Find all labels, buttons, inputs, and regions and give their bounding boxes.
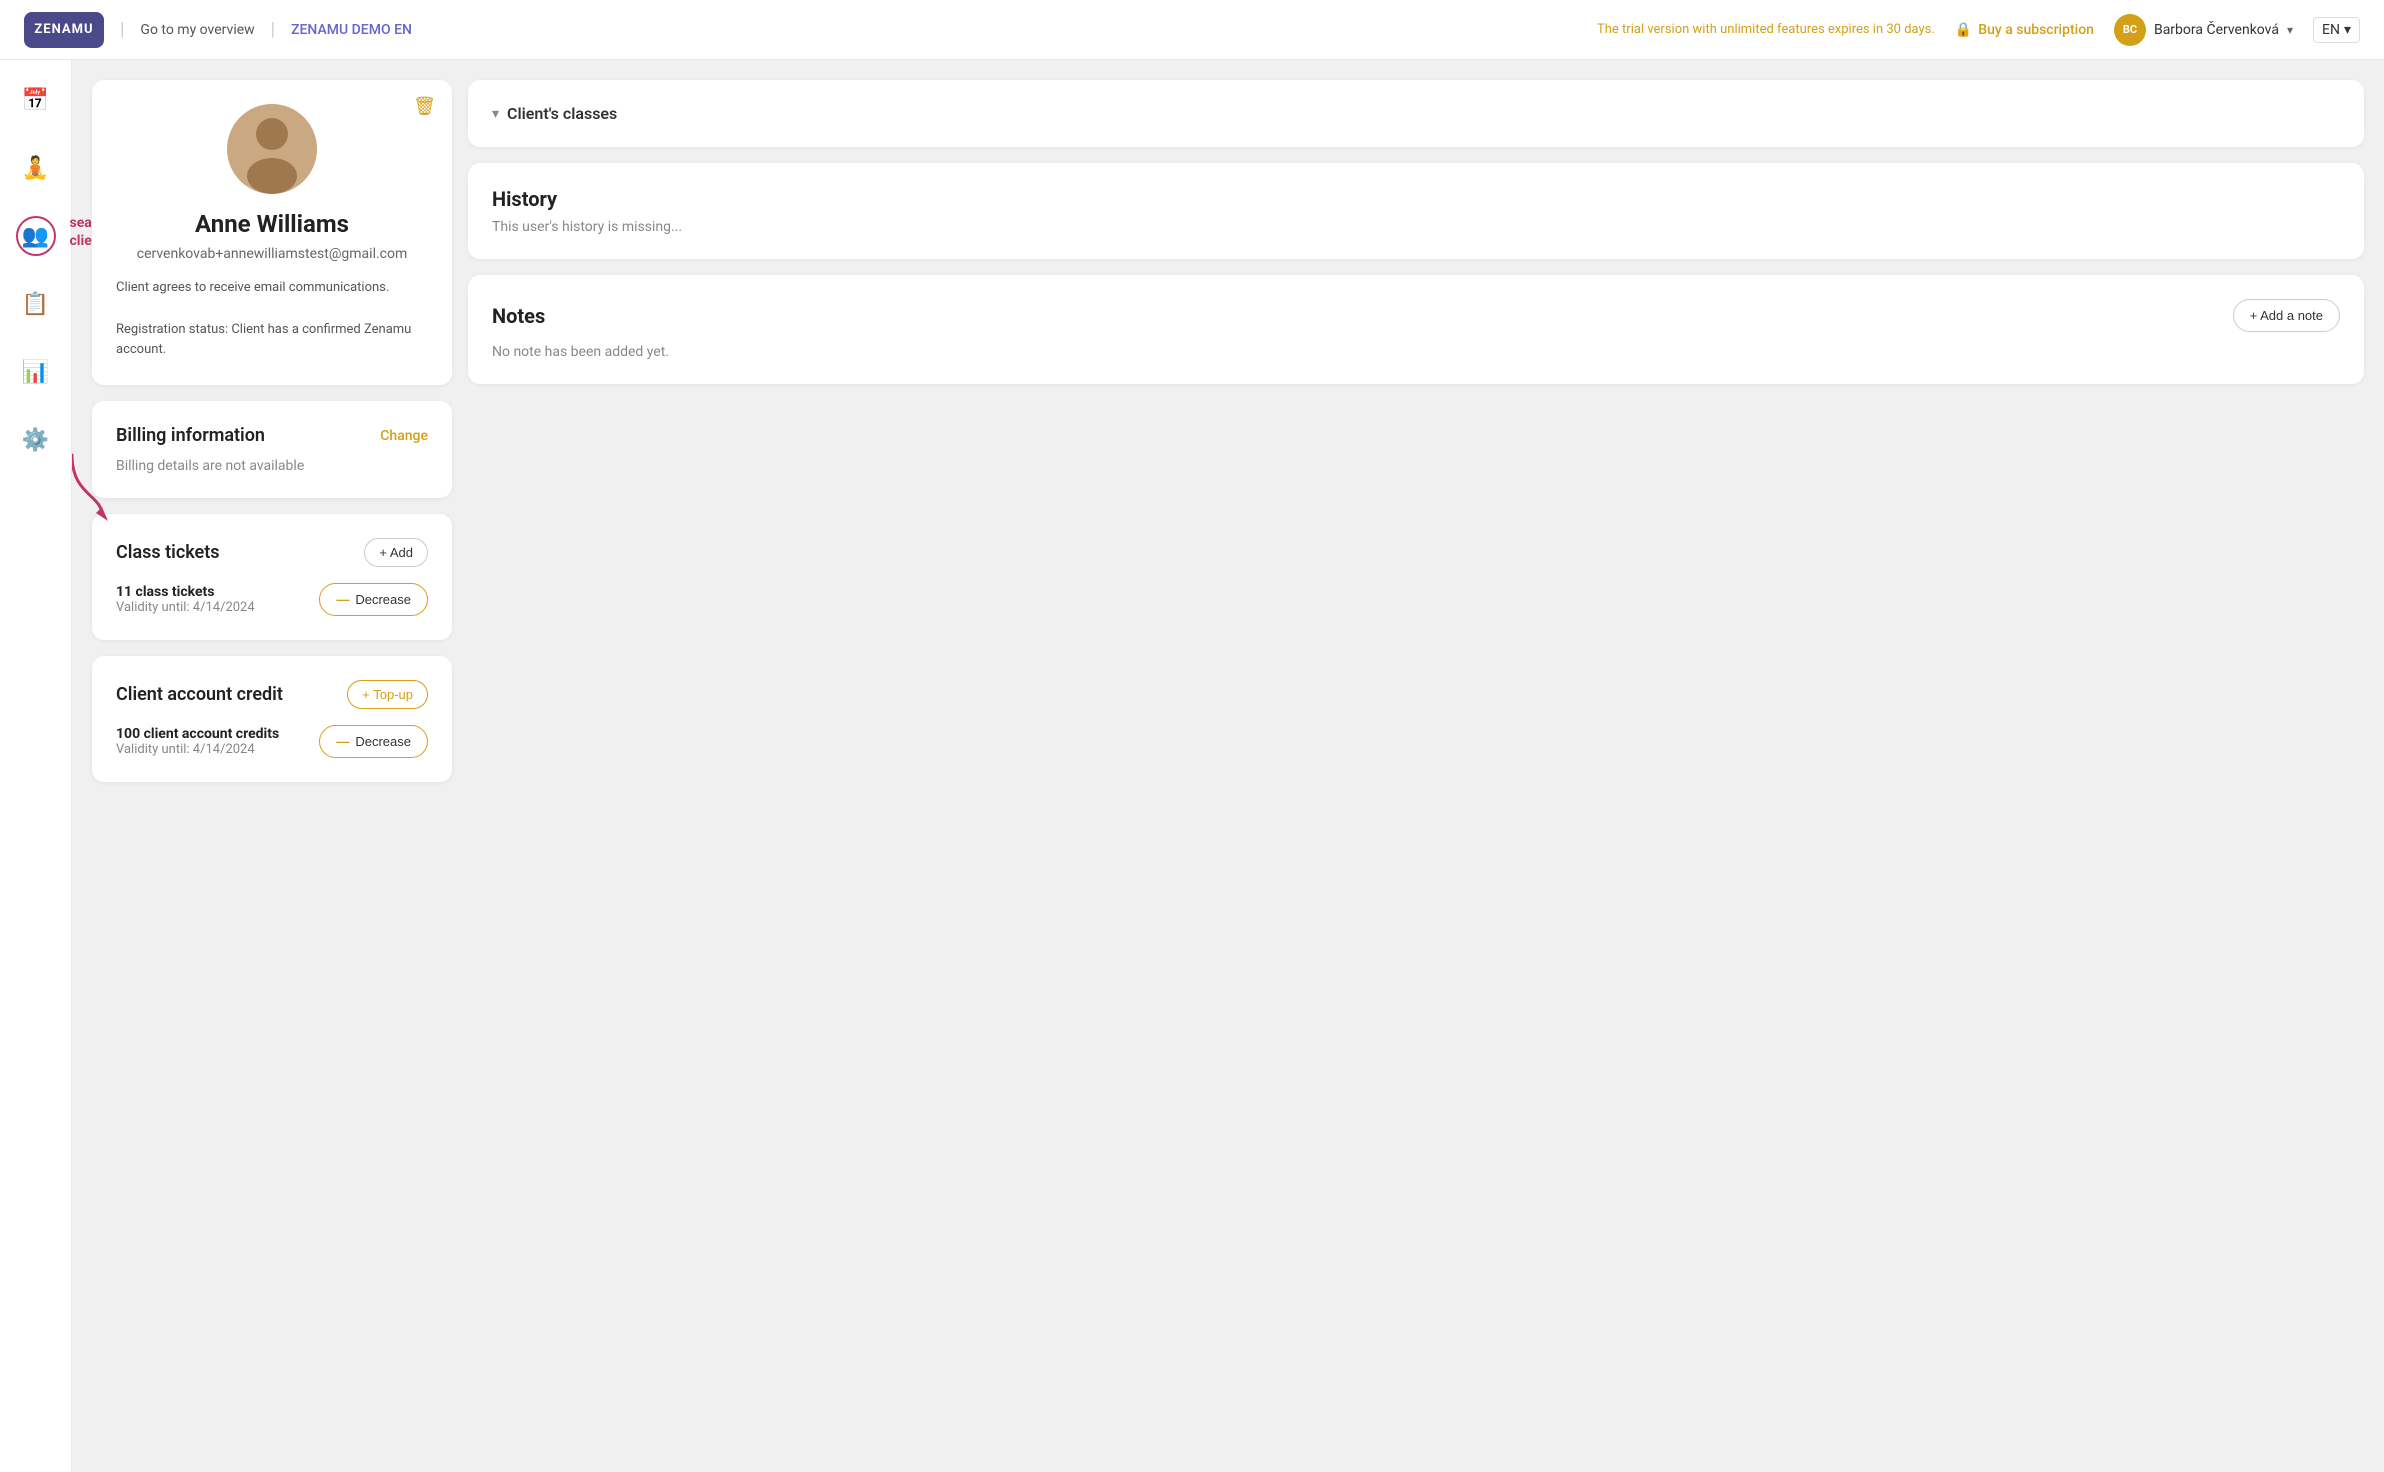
- step3-arrow: [72, 445, 122, 529]
- history-card: History This user's history is missing..…: [468, 163, 2364, 259]
- content-area: 🗑 Anne Williams cervenkovab+annewilliams…: [72, 60, 2384, 1472]
- sidebar-item-notes[interactable]: 📋: [16, 284, 56, 324]
- trial-text: The trial version with unlimited feature…: [1597, 22, 1935, 37]
- decrease-credit-button[interactable]: — Decrease: [319, 725, 428, 758]
- ticket-validity: Validity until: 4/14/2024: [116, 600, 255, 615]
- sidebar-item-settings[interactable]: ⚙️: [16, 420, 56, 460]
- billing-title: Billing information: [116, 425, 265, 446]
- topup-button[interactable]: + Top-up: [347, 680, 428, 709]
- user-avatar: BC: [2114, 14, 2146, 46]
- classes-icon: 🧘: [22, 156, 49, 181]
- credit-validity: Validity until: 4/14/2024: [116, 742, 279, 757]
- credit-info: 100 client account credits Validity unti…: [116, 726, 279, 757]
- language-selector[interactable]: EN ▾: [2313, 17, 2360, 43]
- sidebar-item-clients[interactable]: 👥 2. search for client's name: [16, 216, 56, 256]
- minus-credit-icon: —: [336, 734, 349, 749]
- profile-email: cervenkovab+annewilliamstest@gmail.com: [116, 246, 428, 262]
- credit-count: 100 client account credits: [116, 726, 279, 742]
- notes-card: Notes + Add a note No note has been adde…: [468, 275, 2364, 384]
- stats-icon: 📊: [22, 360, 49, 385]
- profile-name: Anne Williams: [116, 210, 428, 238]
- notes-empty: No note has been added yet.: [492, 344, 2340, 360]
- decrease-credit-label: Decrease: [355, 734, 411, 749]
- history-empty: This user's history is missing...: [492, 219, 2340, 235]
- class-tickets-card: Class tickets + Add 11 class tickets Val…: [92, 514, 452, 640]
- clients-classes-title: Client's classes: [507, 104, 617, 123]
- classes-header[interactable]: ▾ Client's classes: [492, 104, 2340, 123]
- billing-card: Billing information Change Billing detai…: [92, 401, 452, 498]
- ticket-row: 11 class tickets Validity until: 4/14/20…: [116, 583, 428, 616]
- decrease-label: Decrease: [355, 592, 411, 607]
- lock-icon: 🔒: [1955, 22, 1972, 38]
- client-credit-card: Client account credit + Top-up 100 clien…: [92, 656, 452, 782]
- main-layout: 📅 🧘 1. 👥 2. search for client's name 📋 📊…: [0, 60, 2384, 1472]
- billing-step-container: 3. Billing information Change Billing de…: [92, 401, 452, 498]
- add-ticket-button[interactable]: + Add: [364, 538, 428, 567]
- right-column: ▾ Client's classes History This user's h…: [468, 80, 2364, 1452]
- topnav-left: ZENAMU | Go to my overview | ZENAMU DEMO…: [24, 12, 412, 48]
- profile-info: Client agrees to receive email communica…: [116, 278, 428, 361]
- history-title: History: [492, 187, 2340, 211]
- notes-title: Notes: [492, 304, 545, 328]
- lang-label: EN: [2322, 22, 2340, 38]
- chevron-down-icon: ▾: [492, 106, 499, 122]
- topnav: ZENAMU | Go to my overview | ZENAMU DEMO…: [0, 0, 2384, 60]
- minus-icon: —: [336, 592, 349, 607]
- clipboard-icon: 📋: [22, 292, 49, 317]
- delete-icon[interactable]: 🗑: [413, 96, 436, 117]
- billing-change-link[interactable]: Change: [380, 428, 428, 444]
- buy-subscription-link[interactable]: 🔒 Buy a subscription: [1955, 22, 2094, 38]
- sidebar: 📅 🧘 1. 👥 2. search for client's name 📋 📊…: [0, 60, 72, 1472]
- demo-name: ZENAMU DEMO EN: [291, 22, 412, 38]
- sidebar-item-classes[interactable]: 🧘 1.: [16, 148, 56, 188]
- clients-icon: 👥: [22, 224, 49, 249]
- ticket-count: 11 class tickets: [116, 584, 255, 600]
- nav-divider: |: [120, 19, 124, 40]
- billing-unavailable: Billing details are not available: [116, 458, 428, 474]
- calendar-icon: 📅: [22, 88, 49, 113]
- add-note-button[interactable]: + Add a note: [2233, 299, 2340, 332]
- lang-chevron-icon: ▾: [2344, 22, 2351, 38]
- left-column: 🗑 Anne Williams cervenkovab+annewilliams…: [92, 80, 452, 1452]
- registration-status: Registration status: Client has a confir…: [116, 320, 428, 362]
- overview-link[interactable]: Go to my overview: [140, 22, 254, 38]
- sidebar-item-calendar[interactable]: 📅: [16, 80, 56, 120]
- email-consent: Client agrees to receive email communica…: [116, 278, 428, 299]
- avatar: [227, 104, 317, 194]
- credit-title: Client account credit: [116, 684, 283, 705]
- class-tickets-header: Class tickets + Add: [116, 538, 428, 567]
- buy-sub-label: Buy a subscription: [1978, 22, 2094, 38]
- billing-header: Billing information Change: [116, 425, 428, 446]
- ticket-info: 11 class tickets Validity until: 4/14/20…: [116, 584, 255, 615]
- gear-icon: ⚙️: [22, 428, 49, 453]
- chevron-down-icon: ▾: [2287, 23, 2293, 37]
- clients-classes-card: ▾ Client's classes: [468, 80, 2364, 147]
- topnav-right: The trial version with unlimited feature…: [1597, 14, 2360, 46]
- logo: ZENAMU: [24, 12, 104, 48]
- user-info[interactable]: BC Barbora Červenková ▾: [2114, 14, 2293, 46]
- notes-header: Notes + Add a note: [492, 299, 2340, 332]
- nav-divider2: |: [271, 19, 275, 40]
- sidebar-item-stats[interactable]: 📊: [16, 352, 56, 392]
- class-tickets-title: Class tickets: [116, 542, 220, 563]
- decrease-tickets-button[interactable]: — Decrease: [319, 583, 428, 616]
- avatar-container: [227, 104, 317, 194]
- profile-card: 🗑 Anne Williams cervenkovab+annewilliams…: [92, 80, 452, 385]
- credit-header: Client account credit + Top-up: [116, 680, 428, 709]
- user-name: Barbora Červenková: [2154, 22, 2279, 38]
- credit-row: 100 client account credits Validity unti…: [116, 725, 428, 758]
